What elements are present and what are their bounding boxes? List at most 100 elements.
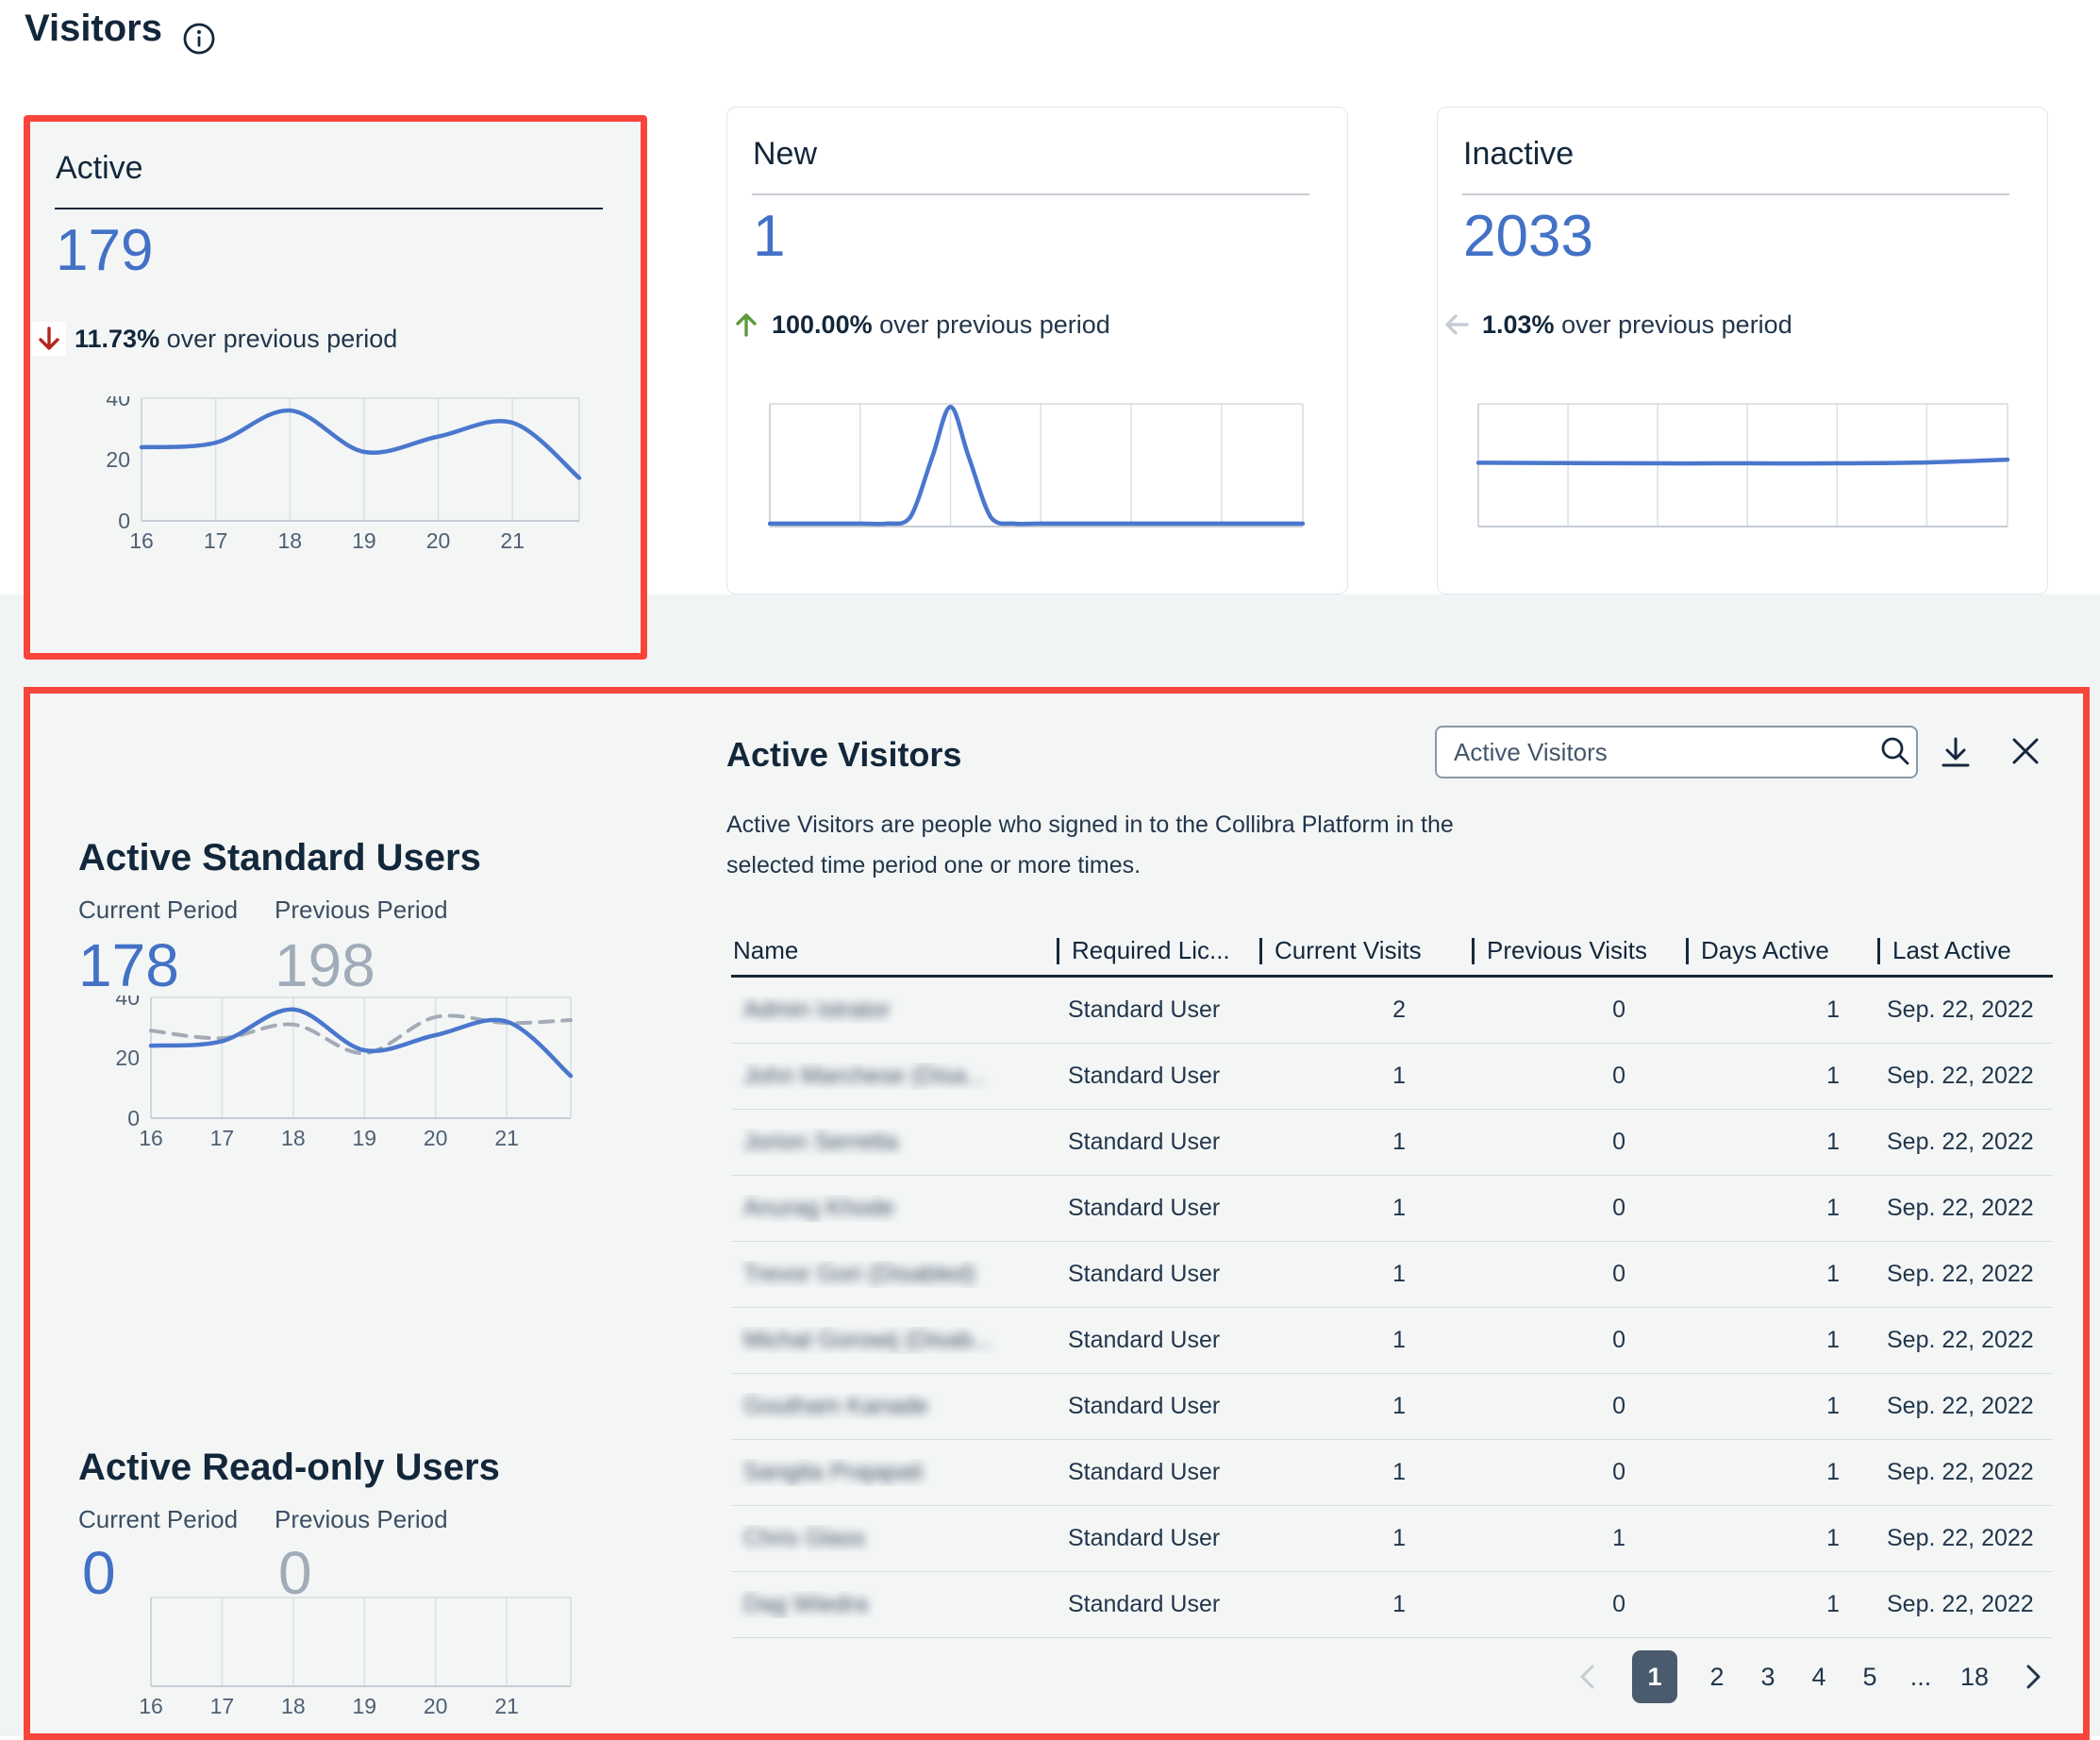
card-delta: 100.00% over previous period (729, 308, 1110, 342)
previous-visits-cell: 0 (1472, 1327, 1686, 1354)
previous-period-label: Previous Period (275, 1505, 448, 1534)
table-row[interactable]: Goutham Kanade Standard User 1 0 1 Sep. … (731, 1374, 2053, 1440)
table-row[interactable]: Anurag Khode Standard User 1 0 1 Sep. 22… (731, 1176, 2053, 1242)
required-license-cell: Standard User (1057, 1327, 1259, 1354)
table-row[interactable]: Chris Glass Standard User 1 1 1 Sep. 22,… (731, 1506, 2053, 1572)
svg-text:19: 19 (352, 1694, 376, 1718)
required-license-cell: Standard User (1057, 1393, 1259, 1420)
column-header-last-active[interactable]: Last Active (1877, 936, 2053, 965)
visitor-name: Dag Wiedra (743, 1591, 868, 1617)
card-value: 179 (56, 218, 153, 284)
page-list: 12345... 18 (1632, 1650, 1989, 1703)
download-icon[interactable] (1934, 731, 1977, 775)
visitor-name: John Marchese (Disa... (743, 1062, 986, 1089)
required-license-cell: Standard User (1057, 1525, 1259, 1552)
table-row[interactable]: Dag Wiedra Standard User 1 0 1 Sep. 22, … (731, 1572, 2053, 1638)
page-button[interactable]: ... (1909, 1663, 1932, 1692)
column-header-required-license[interactable]: Required Lic... (1057, 936, 1259, 965)
info-icon[interactable] (181, 21, 217, 57)
previous-visits-cell: 0 (1472, 1261, 1686, 1288)
delta-value: 1.03% (1482, 310, 1555, 339)
svg-text:40: 40 (106, 396, 130, 410)
required-license-cell: Standard User (1057, 1062, 1259, 1090)
arrow-up-icon (729, 308, 763, 342)
page-button[interactable]: 2 (1706, 1663, 1728, 1692)
svg-text:17: 17 (210, 1126, 235, 1150)
card-new-visitors[interactable]: New 1 100.00% over previous period (726, 107, 1348, 594)
previous-visits-cell: 0 (1472, 1393, 1686, 1420)
page-button[interactable]: 3 (1757, 1663, 1779, 1692)
active-trend-chart: 02040161718192021 (98, 396, 582, 558)
search-box[interactable] (1435, 726, 1918, 778)
search-input[interactable] (1437, 738, 1875, 767)
visitor-name: Jorion Serretta (743, 1129, 898, 1155)
previous-visits-cell: 0 (1472, 1129, 1686, 1156)
page-button[interactable]: 18 (1960, 1663, 1989, 1692)
visitor-name: Anurag Khode (743, 1195, 894, 1221)
previous-visits-cell: 1 (1472, 1525, 1686, 1552)
table-row[interactable]: John Marchese (Disa... Standard User 1 0… (731, 1044, 2053, 1110)
visitor-name: Chris Glass (743, 1525, 865, 1551)
last-active-cell: Sep. 22, 2022 (1877, 1195, 2053, 1222)
visitor-name: Sangita Prajapati (743, 1459, 923, 1485)
required-license-cell: Standard User (1057, 1459, 1259, 1486)
table-row[interactable]: Michal Gorowij (Disab... Standard User 1… (731, 1308, 2053, 1374)
days-active-cell: 1 (1686, 1195, 1877, 1222)
current-visits-cell: 1 (1259, 1327, 1472, 1354)
standard-users-chart: 02040161718192021 (98, 995, 574, 1155)
delta-text: over previous period (879, 310, 1110, 339)
card-inactive-visitors[interactable]: Inactive 2033 1.03% over previous period (1437, 107, 2048, 594)
card-value: 1 (753, 204, 785, 270)
readonly-users-title: Active Read-only Users (78, 1447, 500, 1489)
days-active-cell: 1 (1686, 996, 1877, 1024)
current-visits-cell: 1 (1259, 1062, 1472, 1090)
table-row[interactable]: Jorion Serretta Standard User 1 0 1 Sep.… (731, 1110, 2053, 1176)
days-active-cell: 1 (1686, 1129, 1877, 1156)
svg-text:19: 19 (352, 1126, 376, 1150)
svg-text:21: 21 (494, 1126, 519, 1150)
days-active-cell: 1 (1686, 1062, 1877, 1090)
svg-text:19: 19 (352, 528, 376, 553)
page-button[interactable]: 5 (1858, 1663, 1881, 1692)
visitor-name: Michal Gorowij (Disab... (743, 1327, 992, 1353)
table-row[interactable]: Admin Istrator Standard User 2 0 1 Sep. … (731, 978, 2053, 1044)
svg-text:18: 18 (277, 528, 302, 553)
svg-text:20: 20 (106, 447, 130, 472)
active-visitors-description: Active Visitors are people who signed in… (726, 805, 1472, 886)
current-period-label: Current Period (78, 895, 238, 925)
card-value: 2033 (1463, 204, 1593, 270)
card-divider (752, 193, 1309, 195)
required-license-cell: Standard User (1057, 1129, 1259, 1156)
previous-visits-cell: 0 (1472, 1459, 1686, 1486)
svg-text:20: 20 (115, 1046, 140, 1070)
required-license-cell: Standard User (1057, 1261, 1259, 1288)
chevron-right-icon[interactable] (2017, 1658, 2049, 1696)
column-header-name[interactable]: Name (731, 936, 1057, 965)
delta-value: 100.00% (772, 310, 873, 339)
days-active-cell: 1 (1686, 1327, 1877, 1354)
active-visitors-table: Name Required Lic... Current Visits Prev… (731, 926, 2053, 1638)
standard-users-previous-value: 198 (275, 931, 375, 999)
readonly-users-chart: 161718192021 (98, 1596, 574, 1723)
table-row[interactable]: Trevor Gori (Disabled) Standard User 1 0… (731, 1242, 2053, 1308)
svg-text:17: 17 (204, 528, 228, 553)
column-header-current-visits[interactable]: Current Visits (1259, 936, 1472, 965)
table-row[interactable]: Sangita Prajapati Standard User 1 0 1 Se… (731, 1440, 2053, 1506)
card-active-visitors[interactable]: Active 179 11.73% over previous period 0… (24, 115, 647, 660)
days-active-cell: 1 (1686, 1459, 1877, 1486)
days-active-cell: 1 (1686, 1591, 1877, 1618)
page-button[interactable]: 1 (1632, 1650, 1677, 1703)
column-header-days-active[interactable]: Days Active (1686, 936, 1877, 965)
last-active-cell: Sep. 22, 2022 (1877, 1261, 2053, 1288)
previous-visits-cell: 0 (1472, 1591, 1686, 1618)
new-trend-chart (768, 402, 1306, 534)
search-icon[interactable] (1875, 731, 1916, 773)
svg-text:20: 20 (424, 1694, 448, 1718)
chevron-left-icon[interactable] (1572, 1658, 1604, 1696)
page-button[interactable]: 4 (1808, 1663, 1830, 1692)
column-header-previous-visits[interactable]: Previous Visits (1472, 936, 1686, 965)
required-license-cell: Standard User (1057, 1195, 1259, 1222)
close-icon[interactable] (2004, 729, 2047, 773)
required-license-cell: Standard User (1057, 996, 1259, 1024)
svg-text:40: 40 (115, 995, 140, 1010)
